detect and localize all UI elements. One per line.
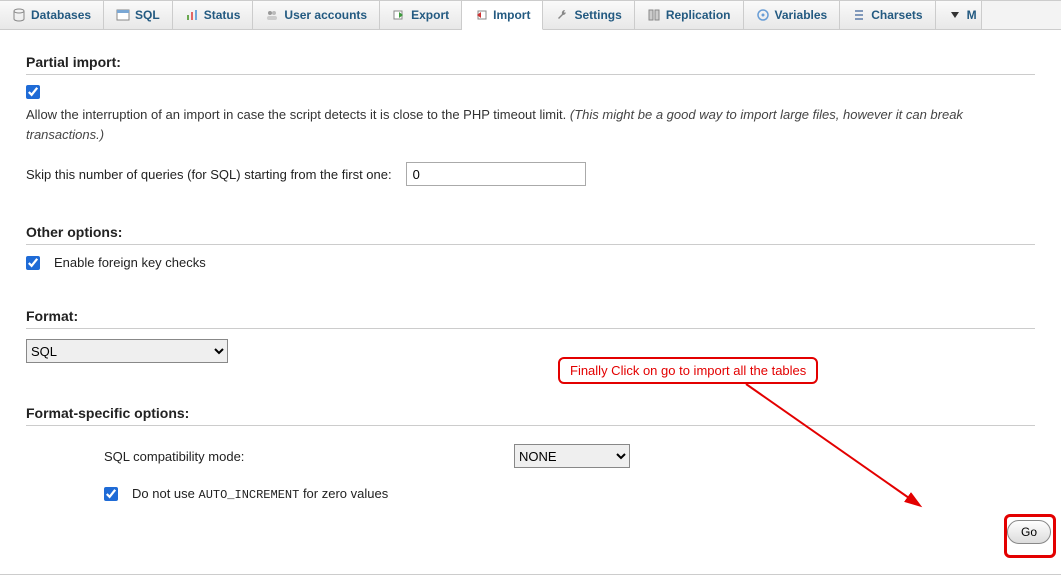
charsets-icon: [852, 8, 866, 22]
tab-databases[interactable]: Databases: [0, 1, 104, 29]
format-select[interactable]: SQL: [26, 339, 228, 363]
sql-compat-label: SQL compatibility mode:: [104, 449, 514, 464]
export-icon: [392, 8, 406, 22]
tab-label: Settings: [574, 8, 621, 22]
tab-label: User accounts: [284, 8, 367, 22]
users-icon: [265, 8, 279, 22]
tab-label: Charsets: [871, 8, 922, 22]
replication-icon: [647, 8, 661, 22]
sql-icon: [116, 8, 130, 22]
tab-label: Variables: [775, 8, 828, 22]
tab-export[interactable]: Export: [380, 1, 462, 29]
other-options-title: Other options:: [26, 224, 1035, 240]
sql-compat-select[interactable]: NONE: [514, 444, 630, 468]
tab-label: M: [967, 8, 977, 22]
variables-icon: [756, 8, 770, 22]
go-button[interactable]: Go: [1007, 520, 1051, 544]
foreign-key-label: Enable foreign key checks: [54, 255, 206, 270]
allow-interrupt-description: Allow the interruption of an import in c…: [26, 105, 1035, 144]
partial-import-title: Partial import:: [26, 54, 1035, 70]
tab-user-accounts[interactable]: User accounts: [253, 1, 380, 29]
divider: [26, 328, 1035, 329]
triangle-down-icon: [948, 8, 962, 22]
tab-settings[interactable]: Settings: [543, 1, 634, 29]
divider: [26, 74, 1035, 75]
skip-queries-input[interactable]: [406, 162, 586, 186]
import-panel: Partial import: Allow the interruption o…: [0, 30, 1061, 540]
tab-label: Import: [493, 8, 530, 22]
tab-variables[interactable]: Variables: [744, 1, 841, 29]
annotation-callout: Finally Click on go to import all the ta…: [558, 357, 818, 384]
tab-label: SQL: [135, 8, 160, 22]
tab-charsets[interactable]: Charsets: [840, 1, 935, 29]
desc-main: Allow the interruption of an import in c…: [26, 107, 566, 122]
divider: [26, 425, 1035, 426]
tab-import[interactable]: Import: [462, 1, 543, 30]
tab-replication[interactable]: Replication: [635, 1, 744, 29]
format-title: Format:: [26, 308, 1035, 324]
autoincrement-label: Do not use AUTO_INCREMENT for zero value…: [132, 486, 388, 502]
tab-status[interactable]: Status: [173, 1, 254, 29]
divider: [26, 244, 1035, 245]
autoincrement-checkbox[interactable]: [104, 487, 118, 501]
tab-label: Replication: [666, 8, 731, 22]
tab-label: Databases: [31, 8, 91, 22]
skip-queries-label: Skip this number of queries (for SQL) st…: [26, 167, 392, 182]
format-specific-title: Format-specific options:: [26, 405, 1035, 421]
status-icon: [185, 8, 199, 22]
import-icon: [474, 8, 488, 22]
database-icon: [12, 8, 26, 22]
tab-label: Status: [204, 8, 241, 22]
foreign-key-checkbox[interactable]: [26, 256, 40, 270]
bottom-divider: [0, 574, 1061, 575]
tab-label: Export: [411, 8, 449, 22]
top-tabs: Databases SQL Status User accounts Expor…: [0, 0, 1061, 30]
wrench-icon: [555, 8, 569, 22]
tab-sql[interactable]: SQL: [104, 1, 173, 29]
allow-interrupt-checkbox[interactable]: [26, 85, 40, 99]
tab-more[interactable]: M: [936, 1, 982, 29]
